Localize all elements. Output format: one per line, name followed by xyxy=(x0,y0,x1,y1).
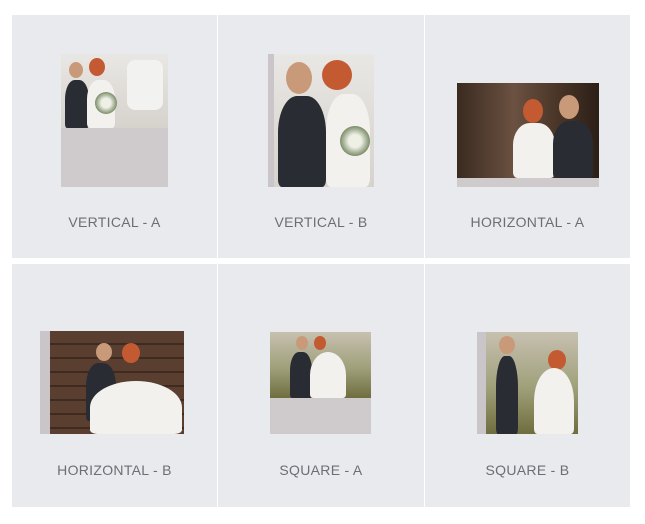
layout-preview-image xyxy=(61,54,168,128)
layout-preview-image xyxy=(270,332,371,398)
layout-spine xyxy=(40,331,50,434)
layout-text-area xyxy=(270,398,371,434)
layout-option-label: HORIZONTAL - B xyxy=(57,462,172,478)
layout-preview-image xyxy=(486,332,578,434)
layout-option-label: VERTICAL - B xyxy=(274,214,368,230)
layout-option-horizontal-b[interactable]: HORIZONTAL - B xyxy=(12,264,217,507)
layout-option-square-b[interactable]: SQUARE - B xyxy=(425,264,630,507)
layout-preview-image xyxy=(457,83,599,178)
layout-options-grid: VERTICAL - A VERTICAL - B HORIZONTAL - A xyxy=(12,15,630,507)
layout-preview-image xyxy=(274,54,374,187)
layout-option-horizontal-a[interactable]: HORIZONTAL - A xyxy=(425,15,630,258)
layout-text-area xyxy=(61,128,168,187)
layout-option-label: SQUARE - B xyxy=(485,462,570,478)
layout-option-square-a[interactable]: SQUARE - A xyxy=(218,264,424,507)
layout-option-label: VERTICAL - A xyxy=(68,214,161,230)
layout-spine xyxy=(477,332,486,434)
layout-option-vertical-a[interactable]: VERTICAL - A xyxy=(12,15,217,258)
layout-option-label: HORIZONTAL - A xyxy=(470,214,585,230)
layout-option-label: SQUARE - A xyxy=(279,462,363,478)
layout-preview-image xyxy=(50,331,184,434)
layout-text-area xyxy=(457,178,599,187)
layout-option-vertical-b[interactable]: VERTICAL - B xyxy=(218,15,424,258)
